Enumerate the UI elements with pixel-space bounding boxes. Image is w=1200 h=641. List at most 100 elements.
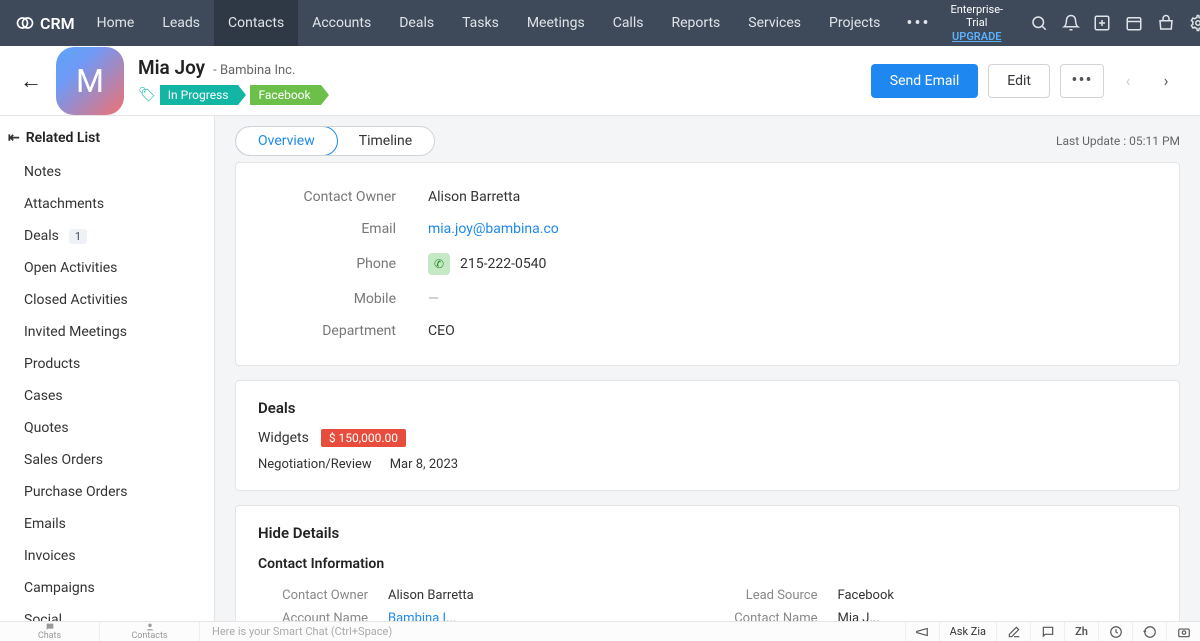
contact-info-section: Contact Information Contact OwnerAlison … [258, 556, 1157, 622]
last-update: Last Update : 05:11 PM [1056, 134, 1180, 148]
contact-initial: M [76, 62, 104, 100]
contact-company: - Bambina Inc. [213, 63, 295, 78]
sidebar-item-open-activities[interactable]: Open Activities [0, 252, 214, 284]
main-content: Overview Timeline Last Update : 05:11 PM… [215, 116, 1200, 622]
chat-icon[interactable] [1030, 622, 1064, 641]
sidebar-item-cases[interactable]: Cases [0, 380, 214, 412]
next-record[interactable]: › [1152, 67, 1180, 95]
tag-facebook[interactable]: Facebook [250, 85, 320, 105]
send-email-button[interactable]: Send Email [871, 64, 979, 98]
tab-timeline[interactable]: Timeline [337, 127, 434, 155]
calendar-icon[interactable] [1120, 8, 1148, 38]
zia-icon[interactable]: Zh [1064, 622, 1098, 641]
contact-head: Mia Joy - Bambina Inc. 🏷 In Progress Face… [138, 56, 333, 105]
trial-info: Enterprise-Trial UPGRADE [943, 3, 1011, 43]
owner-label: Contact Owner [258, 189, 428, 205]
tabbar: Overview Timeline Last Update : 05:11 PM [235, 126, 1180, 156]
ci-value: Alison Barretta [388, 588, 474, 603]
sidebar-item-campaigns[interactable]: Campaigns [0, 572, 214, 604]
nav-more[interactable]: ••• [894, 13, 942, 34]
clock-icon[interactable] [1098, 622, 1132, 641]
deal-amount: $ 150,000.00 [321, 429, 406, 447]
trial-label: Enterprise-Trial [943, 3, 1011, 29]
camera-icon[interactable] [1166, 622, 1200, 641]
logo[interactable]: CRM [15, 13, 75, 33]
megaphone-icon[interactable] [905, 622, 939, 641]
nav-services[interactable]: Services [734, 0, 815, 46]
edit-button[interactable]: Edit [988, 64, 1050, 98]
back-button[interactable]: ← [20, 68, 42, 94]
nav-tasks[interactable]: Tasks [448, 0, 513, 46]
deal-date: Mar 8, 2023 [390, 457, 458, 472]
prev-record[interactable]: ‹ [1114, 67, 1142, 95]
nav-contacts[interactable]: Contacts [214, 0, 298, 46]
topbar-right: Enterprise-Trial UPGRADE [943, 3, 1200, 43]
smartchat-hint[interactable]: Here is your Smart Chat (Ctrl+Space) [200, 625, 905, 638]
more-button[interactable]: ••• [1060, 64, 1104, 98]
contact-title: Mia Joy - Bambina Inc. [138, 56, 333, 79]
summary-card: Contact OwnerAlison Barretta Emailmia.jo… [235, 162, 1180, 366]
search-icon[interactable] [1025, 8, 1053, 38]
footer-contacts[interactable]: Contacts [100, 622, 200, 641]
nav-deals[interactable]: Deals [385, 0, 448, 46]
history-icon[interactable] [1132, 622, 1166, 641]
deals-card: Deals Widgets $ 150,000.00 Negotiation/R… [235, 380, 1180, 491]
ci-right-col: Lead SourceFacebook Contact NameMia J... [708, 584, 1158, 622]
sidebar-item-products[interactable]: Products [0, 348, 214, 380]
sidebar-item-social[interactable]: Social [0, 604, 214, 622]
gear-icon[interactable] [1184, 8, 1200, 38]
sidebar-item-deals[interactable]: Deals1 [0, 220, 214, 252]
sidebar-item-sales-orders[interactable]: Sales Orders [0, 444, 214, 476]
nav-calls[interactable]: Calls [599, 0, 658, 46]
store-icon[interactable] [1152, 8, 1180, 38]
collapse-icon[interactable]: ⇤ [8, 130, 20, 146]
plus-icon[interactable] [1088, 8, 1116, 38]
ci-row: Contact NameMia J... [708, 607, 1158, 622]
deal-name[interactable]: Widgets [258, 430, 309, 446]
nav-reports[interactable]: Reports [657, 0, 734, 46]
compose-icon[interactable] [996, 622, 1030, 641]
sidebar-item-invoices[interactable]: Invoices [0, 540, 214, 572]
header-actions: Send Email Edit ••• ‹ › [871, 64, 1180, 98]
deal-line: Widgets $ 150,000.00 [258, 429, 1157, 447]
sidebar-item-invited-meetings[interactable]: Invited Meetings [0, 316, 214, 348]
sidebar-item-notes[interactable]: Notes [0, 156, 214, 188]
ci-row: Account NameBambina I... [258, 607, 708, 622]
nav-leads[interactable]: Leads [148, 0, 214, 46]
sidebar-item-closed-activities[interactable]: Closed Activities [0, 284, 214, 316]
deal-stage: Negotiation/Review [258, 457, 372, 472]
upgrade-link[interactable]: UPGRADE [943, 30, 1011, 43]
nav-accounts[interactable]: Accounts [298, 0, 385, 46]
sidebar-item-quotes[interactable]: Quotes [0, 412, 214, 444]
tag-in-progress[interactable]: In Progress [160, 85, 239, 105]
ci-label: Lead Source [708, 588, 838, 603]
hide-details[interactable]: Hide Details [258, 524, 1157, 542]
nav-meetings[interactable]: Meetings [513, 0, 599, 46]
tab-overview[interactable]: Overview [235, 126, 338, 156]
bell-icon[interactable] [1057, 8, 1085, 38]
contact-header: ← M Mia Joy - Bambina Inc. 🏷 In Progress… [0, 46, 1200, 116]
footer-right: Ask Zia Zh [905, 622, 1200, 641]
nav-projects[interactable]: Projects [815, 0, 894, 46]
ci-row: Contact OwnerAlison Barretta [258, 584, 708, 607]
owner-value: Alison Barretta [428, 189, 520, 205]
sidebar: ⇤ Related List NotesAttachmentsDeals1Ope… [0, 116, 215, 622]
sidebar-item-purchase-orders[interactable]: Purchase Orders [0, 476, 214, 508]
ci-value: Facebook [838, 588, 894, 603]
mobile-value: — [428, 291, 439, 307]
app-name: CRM [40, 14, 75, 33]
ci-title: Contact Information [258, 556, 1157, 572]
nav-home[interactable]: Home [83, 0, 149, 46]
ci-left-col: Contact OwnerAlison BarrettaAccount Name… [258, 584, 708, 622]
email-label: Email [258, 221, 428, 237]
email-value[interactable]: mia.joy@bambina.co [428, 221, 559, 237]
sidebar-title: ⇤ Related List [0, 130, 214, 156]
sidebar-item-attachments[interactable]: Attachments [0, 188, 214, 220]
ask-zia-button[interactable]: Ask Zia [939, 622, 996, 641]
footer-chats[interactable]: Chats [0, 622, 100, 641]
sidebar-item-emails[interactable]: Emails [0, 508, 214, 540]
badge: 1 [69, 229, 87, 244]
phone-icon[interactable]: ✆ [428, 253, 450, 275]
tag-icon[interactable]: 🏷 [138, 87, 156, 103]
dept-value: CEO [428, 323, 455, 339]
